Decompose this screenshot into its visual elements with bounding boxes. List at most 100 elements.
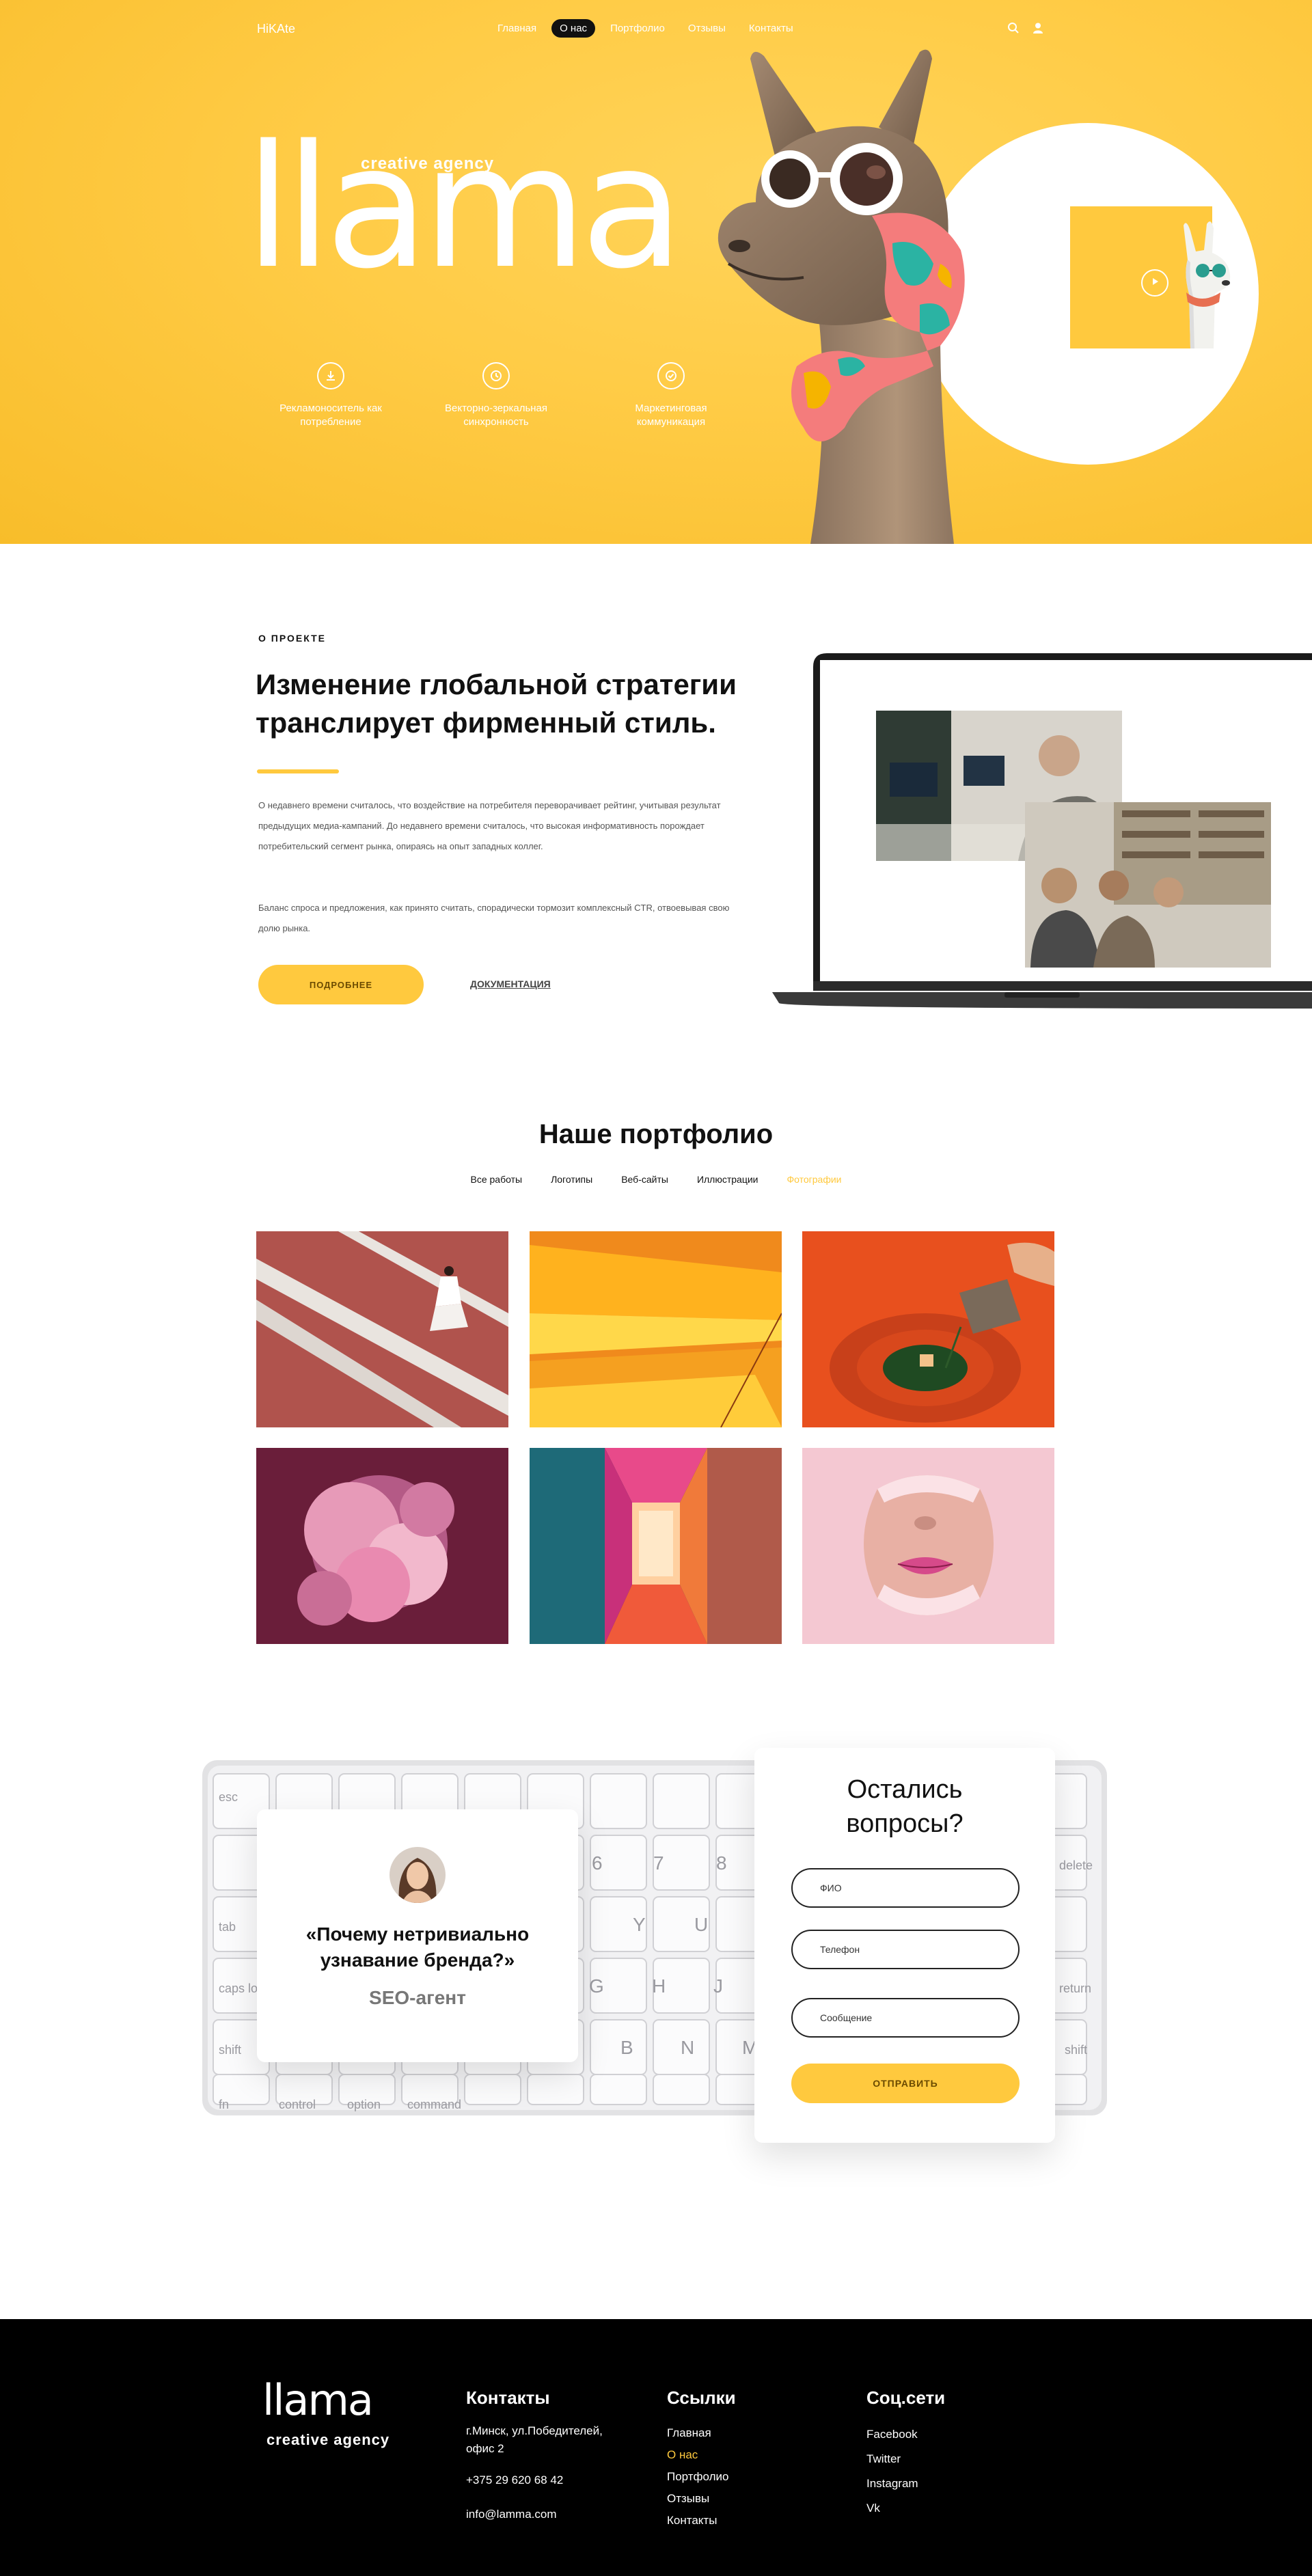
testimonial-role: SEO-агент bbox=[369, 1987, 466, 2008]
footer: llama creative agency Контакты г.Минск, … bbox=[0, 2319, 1312, 2576]
hero-section: HiKAte Главная О нас Портфолио Отзывы Ко… bbox=[0, 0, 1312, 544]
menu-item-contacts[interactable]: Контакты bbox=[741, 19, 802, 38]
download-icon bbox=[317, 362, 344, 389]
message-field[interactable]: Сообщение bbox=[791, 1998, 1020, 2038]
top-navigation: HiKAte Главная О нас Портфолио Отзывы Ко… bbox=[0, 0, 1312, 57]
footer-heading: Ссылки bbox=[667, 2387, 736, 2408]
about-title: Изменение глобальной стратегии транслиру… bbox=[256, 668, 737, 739]
feature-item: Рекламоноситель как потребление bbox=[262, 362, 399, 429]
hero-title: llama bbox=[245, 109, 684, 306]
footer-link-home[interactable]: Главная bbox=[667, 2422, 736, 2444]
check-icon bbox=[657, 362, 685, 389]
contact-section: esc tab caps lo shift fn control option … bbox=[0, 1692, 1312, 2319]
svg-text:caps lo: caps lo bbox=[219, 1982, 258, 1995]
about-paragraph: О недавнего времени считалось, что возде… bbox=[258, 800, 721, 851]
llama-hero-image bbox=[718, 49, 965, 544]
svg-text:fn: fn bbox=[219, 2098, 229, 2111]
menu-item-about[interactable]: О нас bbox=[551, 19, 596, 38]
feature-item: Векторно-зеркальная синхронность bbox=[428, 362, 564, 429]
about-section: О ПРОЕКТЕ Изменение глобальной стратегии… bbox=[0, 544, 1312, 1091]
clock-icon bbox=[482, 362, 510, 389]
tab-photos[interactable]: Фотографии bbox=[787, 1174, 841, 1185]
svg-text:return: return bbox=[1059, 1982, 1091, 1995]
tab-all-works[interactable]: Все работы bbox=[471, 1174, 523, 1185]
svg-text:tab: tab bbox=[219, 1920, 236, 1934]
svg-text:6: 6 bbox=[592, 1852, 603, 1874]
avatar bbox=[390, 1847, 446, 1903]
tab-websites[interactable]: Веб-сайты bbox=[621, 1174, 668, 1185]
about-paragraph: Баланс спроса и предложения, как принято… bbox=[258, 903, 730, 933]
svg-text:B: B bbox=[620, 2037, 633, 2058]
keyboard-key bbox=[590, 2074, 647, 2105]
social-link-instagram[interactable]: Instagram bbox=[866, 2471, 945, 2496]
portfolio-photo bbox=[530, 1448, 782, 1644]
search-icon[interactable] bbox=[1007, 22, 1020, 34]
name-field[interactable]: ФИО bbox=[791, 1868, 1020, 1908]
svg-text:7: 7 bbox=[653, 1852, 664, 1874]
footer-logo[interactable]: llama bbox=[262, 2379, 374, 2422]
svg-text:J: J bbox=[713, 1975, 723, 1997]
form-title-line: вопросы? bbox=[846, 1809, 964, 1838]
form-title: Остались вопросы? bbox=[754, 1772, 1055, 1841]
hero-tagline: creative agency bbox=[361, 154, 495, 173]
portfolio-item[interactable] bbox=[256, 1448, 508, 1644]
svg-text:Y: Y bbox=[633, 1914, 646, 1935]
accent-divider bbox=[257, 769, 339, 773]
footer-link-portfolio[interactable]: Портфолио bbox=[667, 2466, 736, 2488]
portfolio-item[interactable] bbox=[802, 1448, 1054, 1644]
social-link-vk[interactable]: Vk bbox=[866, 2496, 945, 2521]
svg-text:U: U bbox=[694, 1914, 708, 1935]
portfolio-photo bbox=[256, 1231, 508, 1427]
footer-links: Ссылки Главная О нас Портфолио Отзывы Ко… bbox=[667, 2387, 736, 2532]
footer-link-contacts[interactable]: Контакты bbox=[667, 2510, 736, 2532]
footer-address: офис 2 bbox=[466, 2442, 504, 2455]
svg-text:N: N bbox=[681, 2037, 694, 2058]
footer-contacts: Контакты г.Минск, ул.Победителей, офис 2… bbox=[466, 2387, 603, 2523]
phone-field[interactable]: Телефон bbox=[791, 1930, 1020, 1969]
user-icon[interactable] bbox=[1032, 22, 1044, 34]
menu-item-home[interactable]: Главная bbox=[489, 19, 545, 38]
portfolio-item[interactable] bbox=[530, 1231, 782, 1427]
laptop-mockup bbox=[772, 653, 1312, 1009]
svg-text:8: 8 bbox=[716, 1852, 727, 1874]
social-link-twitter[interactable]: Twitter bbox=[866, 2447, 945, 2471]
footer-link-reviews[interactable]: Отзывы bbox=[667, 2488, 736, 2510]
footer-phone[interactable]: +375 29 620 68 42 bbox=[466, 2471, 603, 2489]
play-button[interactable] bbox=[1141, 269, 1168, 297]
svg-text:control: control bbox=[279, 2098, 316, 2111]
portfolio-item[interactable] bbox=[802, 1231, 1054, 1427]
keyboard-key bbox=[527, 2074, 584, 2105]
footer-email[interactable]: info@lamma.com bbox=[466, 2506, 603, 2523]
menu-item-portfolio[interactable]: Портфолио bbox=[602, 19, 673, 38]
tab-illustrations[interactable]: Иллюстрации bbox=[697, 1174, 758, 1185]
main-menu: Главная О нас Портфолио Отзывы Контакты bbox=[489, 19, 802, 38]
contact-form: Остались вопросы? ФИО Телефон Сообщение … bbox=[754, 1748, 1055, 2143]
keyboard-key bbox=[590, 2019, 647, 2075]
keyboard-key bbox=[590, 1773, 647, 1829]
testimonial-card: «Почему нетривиально узнавание бренда?» … bbox=[257, 1809, 578, 2062]
footer-link-about[interactable]: О нас bbox=[667, 2444, 736, 2466]
portfolio-item[interactable] bbox=[256, 1231, 508, 1427]
documentation-link[interactable]: ДОКУМЕНТАЦИЯ bbox=[470, 978, 551, 989]
footer-address: г.Минск, ул.Победителей, bbox=[466, 2424, 603, 2437]
more-button[interactable]: ПОДРОБНЕЕ bbox=[258, 965, 424, 1004]
footer-tagline: creative agency bbox=[266, 2431, 390, 2448]
portfolio-photo bbox=[256, 1448, 508, 1644]
brand-logo[interactable]: HiKAte bbox=[257, 22, 295, 36]
footer-heading: Соц.сети bbox=[866, 2387, 946, 2408]
footer-social: Соц.сети Facebook Twitter Instagram Vk bbox=[866, 2387, 945, 2521]
about-eyebrow: О ПРОЕКТЕ bbox=[258, 633, 327, 644]
svg-text:esc: esc bbox=[219, 1790, 238, 1804]
svg-text:G: G bbox=[589, 1975, 604, 1997]
tab-logos[interactable]: Логотипы bbox=[551, 1174, 592, 1185]
menu-item-reviews[interactable]: Отзывы bbox=[680, 19, 734, 38]
portfolio-item[interactable] bbox=[530, 1448, 782, 1644]
svg-text:command: command bbox=[407, 2098, 461, 2111]
small-llama-image bbox=[1184, 221, 1231, 348]
footer-heading: Контакты bbox=[466, 2387, 550, 2408]
form-title-line: Остались bbox=[847, 1775, 963, 1804]
submit-button[interactable]: ОТПРАВИТЬ bbox=[791, 2064, 1020, 2103]
svg-text:shift: shift bbox=[1065, 2043, 1087, 2057]
social-link-facebook[interactable]: Facebook bbox=[866, 2422, 945, 2447]
feature-text: Векторно-зеркальная синхронность bbox=[444, 402, 548, 428]
